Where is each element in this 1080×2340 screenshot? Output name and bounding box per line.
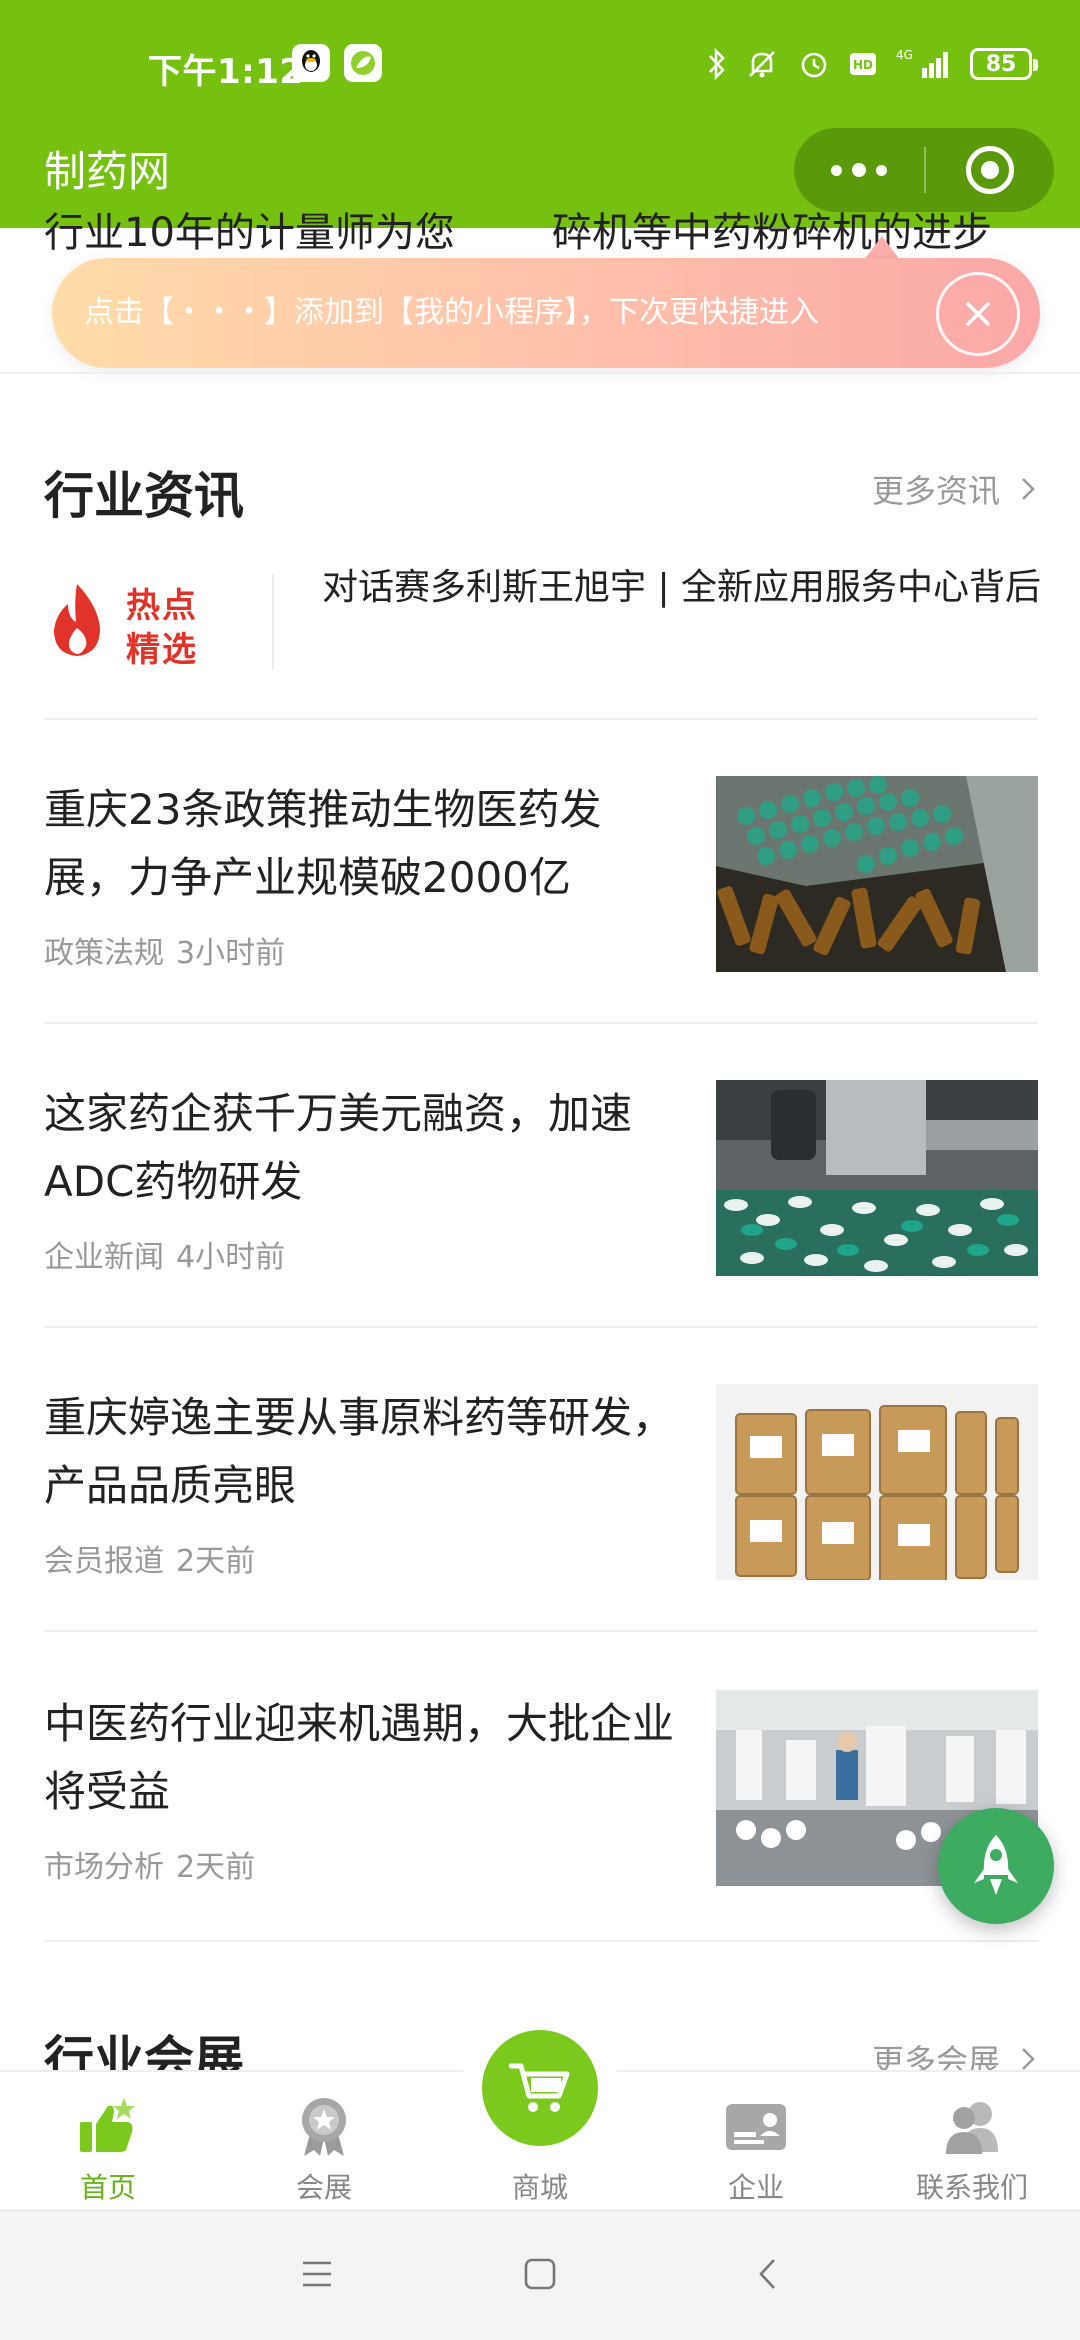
divider: [44, 1630, 1038, 1632]
news-category: 市场分析: [44, 1850, 164, 1885]
divider: [44, 1022, 1038, 1024]
close-mini-program-button[interactable]: [926, 128, 1054, 212]
status-bar: 下午1:12 HD 4G 85: [0, 0, 1080, 128]
hot-badge-line2: 精选: [126, 630, 198, 670]
cutoff-article-left[interactable]: 行业10年的计量师为您: [44, 210, 504, 256]
dot-icon: [852, 163, 866, 177]
chevron-right-icon: [1022, 2048, 1035, 2070]
more-news-link[interactable]: 更多资讯: [872, 466, 1036, 512]
news-category: 会员报道: [44, 1544, 164, 1579]
news-time: 3小时前: [176, 936, 286, 971]
status-indicators: HD 4G 85: [706, 44, 1038, 84]
target-icon: [966, 146, 1014, 194]
news-title: 这家药企获千万美元融资，加速ADC药物研发: [44, 1089, 633, 1206]
news-time: 2天前: [176, 1850, 256, 1885]
section-title-industry-news: 行业资讯: [44, 467, 244, 525]
news-item[interactable]: 中医药行业迎来机遇期，大批企业将受益 市场分析 2天前: [44, 1690, 1038, 1886]
menu-icon[interactable]: [300, 2257, 334, 2291]
capsule-menu: [794, 128, 1054, 212]
mute-icon: [749, 51, 775, 78]
tab-label: 首页: [79, 2171, 136, 2204]
tab-home[interactable]: 首页: [0, 2072, 216, 2212]
news-title: 重庆23条政策推动生物医药发展，力争产业规模破2000亿: [44, 785, 602, 902]
divider: [44, 718, 1038, 720]
status-time: 下午1:12: [148, 52, 304, 92]
back-to-top-button[interactable]: [938, 1808, 1054, 1924]
mall-button[interactable]: [482, 2030, 598, 2146]
hot-pick-item[interactable]: 热点 精选 对话赛多利斯王旭宇 | 全新应用服务中心背后: [44, 564, 1044, 684]
rocket-icon: [974, 1835, 1018, 1895]
news-meta: 企业新闻 4小时前: [44, 1232, 297, 1276]
tab-label: 会展: [295, 2171, 352, 2204]
id-card-icon: [724, 2094, 788, 2158]
tab-contact[interactable]: 联系我们: [864, 2072, 1080, 2212]
more-menu-button[interactable]: [794, 128, 924, 212]
news-category: 政策法规: [44, 936, 164, 971]
flame-icon: [54, 584, 100, 656]
contacts-icon: [940, 2094, 1004, 2158]
page-title: 制药网: [44, 147, 171, 196]
medal-icon: [292, 2094, 356, 2158]
more-news-label: 更多资讯: [871, 472, 1000, 510]
tab-label: 企业: [727, 2171, 784, 2204]
news-meta: 会员报道 2天前: [44, 1536, 267, 1580]
tab-exhibitions[interactable]: 会展: [216, 2072, 432, 2212]
hot-badge-line1: 热点: [126, 586, 198, 626]
hd-icon: HD: [850, 53, 876, 75]
news-title: 中医药行业迎来机遇期，大批企业将受益: [44, 1699, 675, 1816]
news-meta: 市场分析 2天前: [44, 1842, 267, 1886]
svg-text:HD: HD: [853, 58, 873, 72]
qq-icon: [292, 44, 330, 82]
tip-close-button[interactable]: [936, 272, 1020, 356]
news-thumbnail-drums: [716, 1384, 1038, 1580]
news-time: 2天前: [176, 1544, 256, 1579]
hot-pick-headline: 对话赛多利斯王旭宇 | 全新应用服务中心背后: [322, 567, 1042, 608]
hot-pick-badge: 热点 精选: [44, 578, 244, 670]
chevron-right-icon: [1022, 478, 1035, 500]
news-item[interactable]: 这家药企获千万美元融资，加速ADC药物研发 企业新闻 4小时前: [44, 1080, 1038, 1276]
divider: [44, 1940, 1038, 1942]
hot-divider: [272, 574, 274, 670]
divider: [0, 372, 1080, 374]
cutoff-article-right[interactable]: 碎机等中药粉碎机的进步: [552, 210, 1042, 256]
battery-level: 85: [985, 51, 1017, 77]
news-item[interactable]: 重庆23条政策推动生物医药发展，力争产业规模破2000亿 政策法规 3小时前: [44, 776, 1038, 972]
tip-text: 点击【・・・】添加到【我的小程序】，下次更快捷进入: [84, 295, 819, 330]
news-thumbnail-vials: [716, 776, 1038, 972]
news-title: 重庆婷逸主要从事原料药等研发，产品品质亮眼: [44, 1393, 675, 1510]
alarm-icon: [801, 52, 827, 78]
tab-enterprise[interactable]: 企业: [648, 2072, 864, 2212]
back-icon[interactable]: [756, 2257, 780, 2291]
bluetooth-icon: [709, 47, 725, 81]
news-meta: 政策法规 3小时前: [44, 928, 297, 972]
cart-icon: [509, 2063, 570, 2112]
leaf-app-icon: [344, 44, 382, 82]
network-type: 4G: [896, 48, 913, 62]
thumbs-up-icon: [76, 2094, 140, 2158]
add-to-my-miniprogram-tip[interactable]: 点击【・・・】添加到【我的小程序】，下次更快捷进入: [52, 258, 1040, 368]
battery-indicator: 85: [970, 48, 1038, 80]
news-thumbnail-capsules: [716, 1080, 1038, 1276]
tab-label: 商城: [511, 2171, 568, 2204]
signal-icon: 4G: [896, 48, 948, 78]
divider: [44, 1326, 1038, 1328]
close-icon: [965, 301, 991, 327]
news-category: 企业新闻: [44, 1240, 164, 1275]
dot-icon: [831, 164, 842, 176]
tip-arrow: [864, 236, 900, 260]
tab-label: 联系我们: [915, 2171, 1028, 2204]
home-icon[interactable]: [523, 2257, 557, 2291]
system-navigation-bar: [0, 2210, 1080, 2340]
dot-icon: [876, 164, 887, 176]
news-item[interactable]: 重庆婷逸主要从事原料药等研发，产品品质亮眼 会员报道 2天前: [44, 1384, 1038, 1580]
news-time: 4小时前: [176, 1240, 286, 1275]
